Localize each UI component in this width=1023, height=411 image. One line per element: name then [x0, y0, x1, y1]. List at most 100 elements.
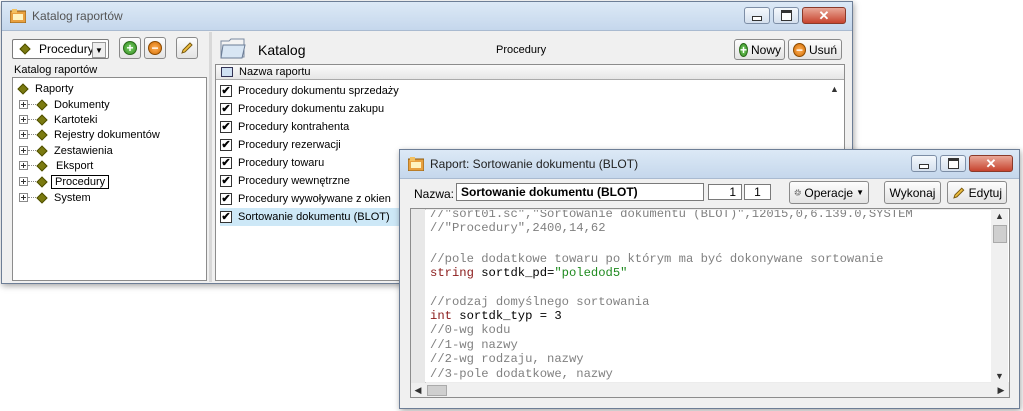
vertical-scrollbar[interactable]: ▲ ▼ — [991, 209, 1008, 383]
minimize-icon — [919, 163, 929, 169]
diamond-icon — [36, 191, 48, 204]
app-icon — [408, 157, 424, 171]
checkbox[interactable]: ✔ — [220, 211, 232, 223]
operacje-button[interactable]: Operacje ▼ — [789, 181, 869, 204]
splitter[interactable] — [209, 32, 212, 282]
counter-value: 1 — [729, 185, 736, 199]
tree-item-system[interactable]: System — [19, 190, 91, 205]
window-title: Katalog raportów — [32, 9, 123, 23]
diamond-icon — [36, 159, 48, 172]
chevron-down-icon[interactable]: ▼ — [92, 42, 106, 58]
name-field-value: Sortowanie dokumentu (BLOT) — [461, 185, 638, 199]
maximize-icon — [780, 10, 792, 21]
window-title: Raport: Sortowanie dokumentu (BLOT) — [430, 157, 639, 171]
plus-icon: + — [123, 41, 137, 55]
tree-item-procedury[interactable]: Procedury — [19, 174, 110, 189]
app-icon — [10, 9, 26, 23]
tree-item-dokumenty[interactable]: Dokumenty — [19, 97, 110, 112]
scroll-up-icon[interactable]: ▲ — [826, 82, 843, 96]
expand-icon[interactable] — [19, 161, 28, 170]
code-line: string sortdk_pd="poledod5" — [430, 266, 628, 280]
diamond-icon — [36, 144, 48, 157]
close-icon: ✕ — [818, 7, 830, 23]
tree-item-label: Kartoteki — [54, 113, 98, 126]
add-button[interactable]: + — [119, 37, 141, 59]
diamond-icon — [17, 82, 29, 95]
code-line: //"sort01.sc","Sortowanie dokumentu (BLO… — [430, 210, 913, 221]
minimize-button[interactable] — [911, 155, 937, 172]
diamond-icon — [36, 113, 48, 126]
code-editor[interactable]: //"sort01.sc","Sortowanie dokumentu (BLO… — [425, 210, 1009, 382]
checkbox[interactable]: ✔ — [220, 103, 232, 115]
edit-button[interactable] — [176, 37, 198, 59]
expand-icon[interactable] — [19, 146, 28, 155]
delete-button-label: Usuń — [808, 42, 837, 57]
expand-icon[interactable] — [19, 115, 28, 124]
wykonaj-label: Wykonaj — [889, 185, 936, 200]
horizontal-scrollbar[interactable]: ◀ ▶ — [411, 383, 1008, 397]
pencil-icon — [953, 186, 965, 199]
maximize-icon — [947, 158, 959, 169]
new-button[interactable]: + Nowy — [734, 39, 785, 60]
expand-icon[interactable] — [19, 130, 28, 139]
tree-item-zestawienia[interactable]: Zestawienia — [19, 143, 113, 158]
title-bar: Raport: Sortowanie dokumentu (BLOT) ✕ — [400, 150, 1019, 179]
name-field[interactable]: Sortowanie dokumentu (BLOT) — [456, 183, 704, 201]
tree-item-eksport[interactable]: Eksport — [19, 158, 93, 173]
tree-item-kartoteki[interactable]: Kartoteki — [19, 112, 97, 127]
expand-icon[interactable] — [19, 177, 28, 186]
checkbox[interactable]: ✔ — [220, 157, 232, 169]
checkbox[interactable]: ✔ — [220, 175, 232, 187]
counter-value: 1 — [754, 185, 761, 199]
tree-item-label: Rejestry dokumentów — [54, 128, 160, 141]
tree-item-label: Zestawienia — [54, 144, 113, 157]
expand-icon[interactable] — [19, 100, 28, 109]
checkbox[interactable]: ✔ — [220, 139, 232, 151]
expand-icon[interactable] — [19, 193, 28, 202]
scroll-thumb[interactable] — [993, 225, 1007, 243]
delete-button[interactable]: − Usuń — [788, 39, 842, 60]
scroll-down-icon[interactable]: ▼ — [991, 369, 1008, 383]
maximize-button[interactable] — [940, 155, 966, 172]
new-button-label: Nowy — [751, 42, 782, 57]
list-item-label: Procedury wywoływane z okien — [238, 193, 391, 205]
category-combo[interactable]: Procedury ▼ — [12, 39, 109, 59]
operacje-label: Operacje — [804, 185, 854, 200]
diamond-icon — [36, 128, 48, 141]
counter-box-2: 1 — [744, 184, 771, 200]
list-item[interactable]: ✔ Procedury kontrahenta — [220, 118, 826, 136]
list-item-label: Procedury dokumentu sprzedaży — [238, 85, 399, 97]
edytuj-label: Edytuj — [968, 185, 1002, 200]
edytuj-button[interactable]: Edytuj — [947, 181, 1007, 204]
close-button[interactable]: ✕ — [969, 155, 1013, 172]
caret-down-icon: ▼ — [856, 188, 864, 197]
scroll-right-icon[interactable]: ▶ — [994, 383, 1008, 397]
tree-item-label: Dokumenty — [54, 98, 110, 111]
checkbox[interactable]: ✔ — [220, 193, 232, 205]
report-editor-window: Raport: Sortowanie dokumentu (BLOT) ✕ Na… — [399, 149, 1020, 409]
list-item-label: Procedury dokumentu zakupu — [238, 103, 385, 115]
list-item[interactable]: ✔ Procedury dokumentu zakupu — [220, 100, 826, 118]
checkbox[interactable]: ✔ — [220, 85, 232, 97]
scroll-thumb[interactable] — [427, 385, 447, 396]
checkbox[interactable]: ✔ — [220, 121, 232, 133]
scroll-left-icon[interactable]: ◀ — [411, 383, 425, 397]
maximize-button[interactable] — [773, 7, 799, 24]
list-item[interactable]: ✔ Procedury dokumentu sprzedaży — [220, 82, 826, 100]
column-header-label: Nazwa raportu — [239, 66, 311, 78]
minus-icon: − — [148, 41, 162, 55]
diamond-icon — [19, 43, 31, 55]
title-bar: Katalog raportów ✕ — [2, 2, 852, 31]
column-header[interactable]: Nazwa raportu — [216, 65, 844, 80]
scroll-up-icon[interactable]: ▲ — [991, 209, 1008, 223]
wykonaj-button[interactable]: Wykonaj — [884, 181, 941, 204]
combo-value: Procedury — [39, 42, 94, 56]
tree-item-label: System — [54, 191, 91, 204]
close-button[interactable]: ✕ — [802, 7, 846, 24]
minimize-button[interactable] — [744, 7, 770, 24]
remove-button[interactable]: − — [144, 37, 166, 59]
report-tree[interactable]: Raporty Dokumenty Kartoteki Rejestry dok… — [12, 77, 207, 281]
tree-root[interactable]: Raporty — [17, 81, 74, 96]
tree-item-rejestry[interactable]: Rejestry dokumentów — [19, 127, 160, 142]
column-icon — [221, 67, 233, 77]
